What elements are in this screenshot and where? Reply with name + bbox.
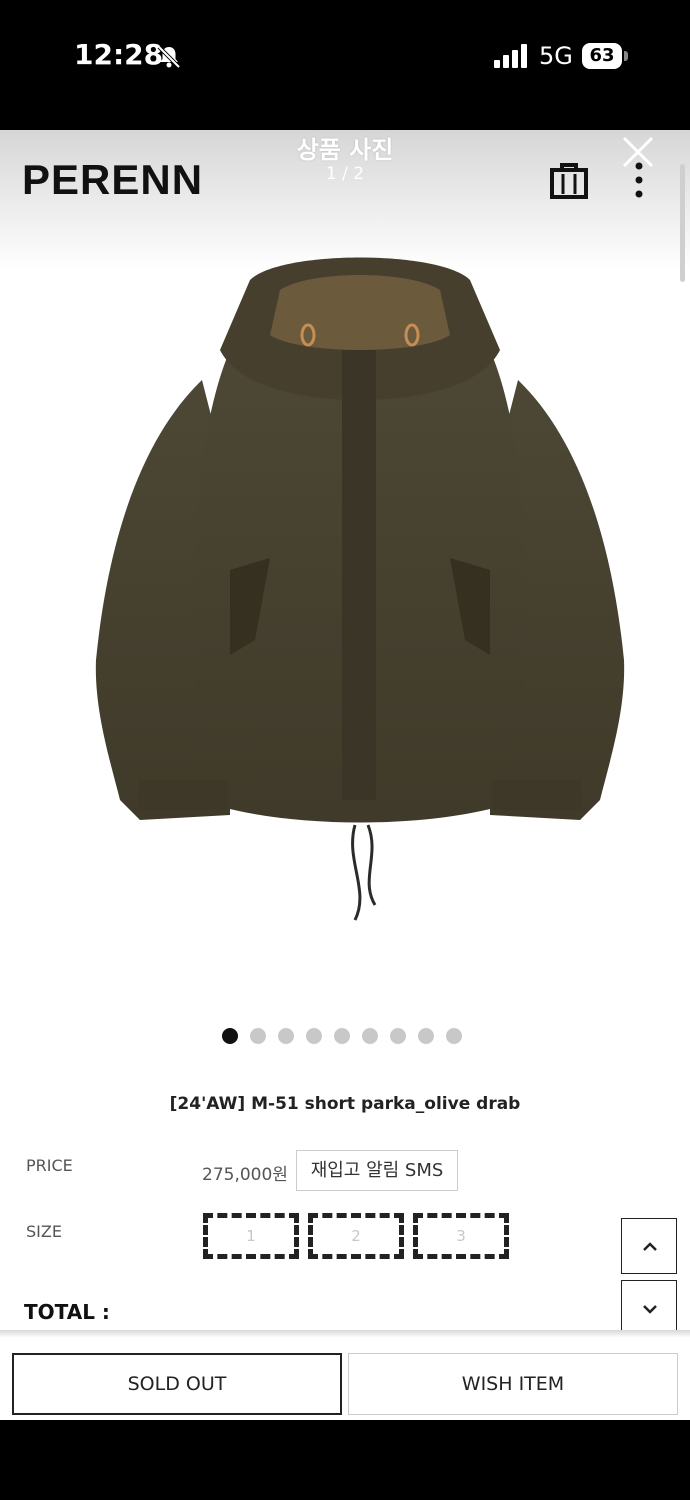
- home-indicator-area: [0, 1420, 690, 1500]
- product-page: PERENN 상품 사진 1 / 2 [24'AW] M-51 short pa…: [0, 130, 690, 1420]
- chevron-down-icon: [643, 1305, 657, 1314]
- total-label: TOTAL :: [24, 1300, 110, 1324]
- price-label: PRICE: [26, 1156, 73, 1175]
- brand-logo[interactable]: PERENN: [22, 156, 203, 204]
- status-time: 12:28: [74, 38, 164, 71]
- sold-out-button[interactable]: SOLD OUT: [12, 1353, 342, 1415]
- gallery-dot[interactable]: [278, 1028, 294, 1044]
- status-bar: 12:28 5G 63: [0, 0, 690, 130]
- size-label: SIZE: [26, 1222, 62, 1241]
- bell-slash-icon: [157, 45, 181, 69]
- scrollbar[interactable]: [680, 164, 685, 282]
- gallery-dot[interactable]: [306, 1028, 322, 1044]
- shopping-bag-icon[interactable]: [548, 160, 590, 200]
- restock-sms-button[interactable]: 재입고 알림 SMS: [296, 1150, 458, 1191]
- scroll-bottom-button[interactable]: [621, 1280, 677, 1336]
- battery-icon: 63: [582, 43, 622, 69]
- gallery-dot[interactable]: [390, 1028, 406, 1044]
- size-option-3[interactable]: 3: [413, 1213, 509, 1259]
- gallery-dots: [222, 1028, 462, 1046]
- size-option-1[interactable]: 1: [203, 1213, 299, 1259]
- price-value: 275,000원: [202, 1165, 288, 1185]
- gallery-dot[interactable]: [446, 1028, 462, 1044]
- gallery-dot[interactable]: [362, 1028, 378, 1044]
- gallery-dot[interactable]: [250, 1028, 266, 1044]
- viewer-title: 상품 사진: [296, 136, 394, 164]
- bottom-divider: [0, 1330, 690, 1338]
- chevron-up-icon: [643, 1242, 657, 1251]
- product-image[interactable]: [80, 240, 640, 940]
- gallery-dot[interactable]: [334, 1028, 350, 1044]
- size-option-2[interactable]: 2: [308, 1213, 404, 1259]
- product-name: [24'AW] M-51 short parka_olive drab: [169, 1094, 521, 1114]
- gallery-dot[interactable]: [418, 1028, 434, 1044]
- gallery-dot[interactable]: [222, 1028, 238, 1044]
- signal-icon: [494, 44, 527, 68]
- more-options-icon[interactable]: [628, 160, 650, 200]
- network-label: 5G: [539, 42, 573, 70]
- battery-nub: [624, 51, 628, 61]
- viewer-counter: 1 / 2: [325, 164, 365, 184]
- wish-item-button[interactable]: WISH ITEM: [348, 1353, 678, 1415]
- scroll-top-button[interactable]: [621, 1218, 677, 1274]
